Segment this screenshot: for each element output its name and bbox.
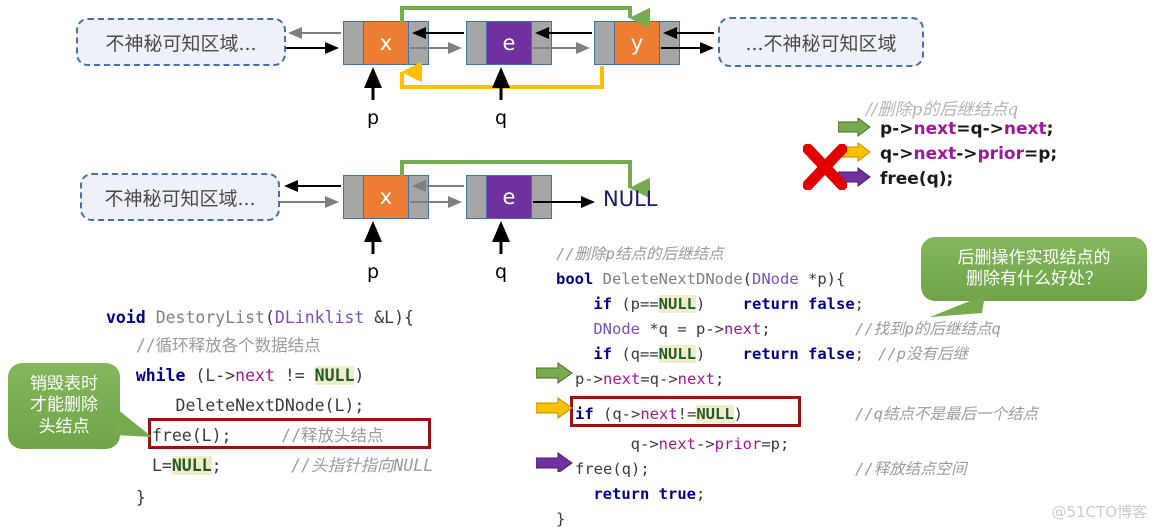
diagram2-pointer-label-q: q bbox=[495, 261, 508, 283]
code-right-comment-nosucc: //p没有后继 bbox=[878, 345, 969, 363]
code-right-line-8: free(q); bbox=[575, 460, 650, 478]
code-right-line-10: } bbox=[556, 510, 566, 528]
diagram2-null-label: NULL bbox=[603, 187, 658, 211]
code-left-highlight-box bbox=[148, 418, 431, 449]
callout-right-tail bbox=[930, 295, 985, 317]
callout-left: 销毁表时 才能删除 头结点 bbox=[8, 363, 120, 449]
callout-right-line-1: 删除有什么好处？ bbox=[966, 269, 1102, 289]
code-right-line-1: bool DeleteNextDNode(DNode *p){ bbox=[556, 270, 846, 288]
code-right-line-7: q->next->prior=p; bbox=[630, 435, 790, 453]
watermark: @51CTO博客 bbox=[1051, 503, 1147, 521]
code-left-line-5: L=NULL; //头指针指向NULL bbox=[152, 456, 434, 475]
diagram1-pointer-label-q: q bbox=[495, 107, 508, 129]
code-left-line-6: } bbox=[135, 488, 146, 507]
code-right-highlight-box bbox=[570, 396, 801, 427]
green-block-arrow bbox=[838, 118, 871, 137]
callout-left-line-1: 才能删除 bbox=[30, 395, 98, 416]
ops-statement-0: p->next=q->next; bbox=[880, 119, 1054, 139]
green-block-arrow-inline bbox=[536, 362, 573, 384]
callout-left-line-0: 销毁表时 bbox=[30, 374, 98, 395]
code-left-line-2: while (L->next != NULL) bbox=[135, 366, 365, 385]
code-right-arrows bbox=[536, 362, 573, 472]
purple-block-arrow-inline bbox=[536, 452, 573, 472]
code-right-line-3: DNode *q = p->next; bbox=[593, 320, 771, 338]
code-right-line-4: if (q==NULL) return false; bbox=[593, 345, 864, 363]
callout-right: 后删操作实现结点的 删除有什么好处？ bbox=[921, 237, 1147, 301]
diagram2-pointer-label-p: p bbox=[367, 261, 380, 283]
diagram1-pointer-label-p: p bbox=[367, 107, 380, 129]
code-right-line-9: return true; bbox=[593, 485, 706, 503]
code-right-line-5: p->next=q->next; bbox=[575, 370, 725, 388]
code-right-comment-freespace: //释放结点空间 bbox=[855, 460, 967, 478]
code-right-line-2: if (p==NULL) return false; bbox=[593, 295, 864, 313]
callout-left-tail bbox=[112, 405, 152, 437]
ops-panel-comment: //删除p的后继结点q bbox=[866, 100, 1019, 120]
code-left-line-0: void DestoryList(DLinklist &L){ bbox=[106, 308, 414, 327]
code-right-line-0: //删除p结点的后继结点 bbox=[556, 245, 724, 263]
code-right-comment-notlast: //q结点不是最后一个结点 bbox=[855, 405, 1039, 423]
callout-left-line-2: 头结点 bbox=[38, 416, 90, 437]
callout-right-line-0: 后删操作实现结点的 bbox=[957, 247, 1111, 268]
orange-block-arrow-inline bbox=[536, 397, 573, 419]
code-left-line-1: //循环释放各个数据结点 bbox=[135, 336, 321, 355]
